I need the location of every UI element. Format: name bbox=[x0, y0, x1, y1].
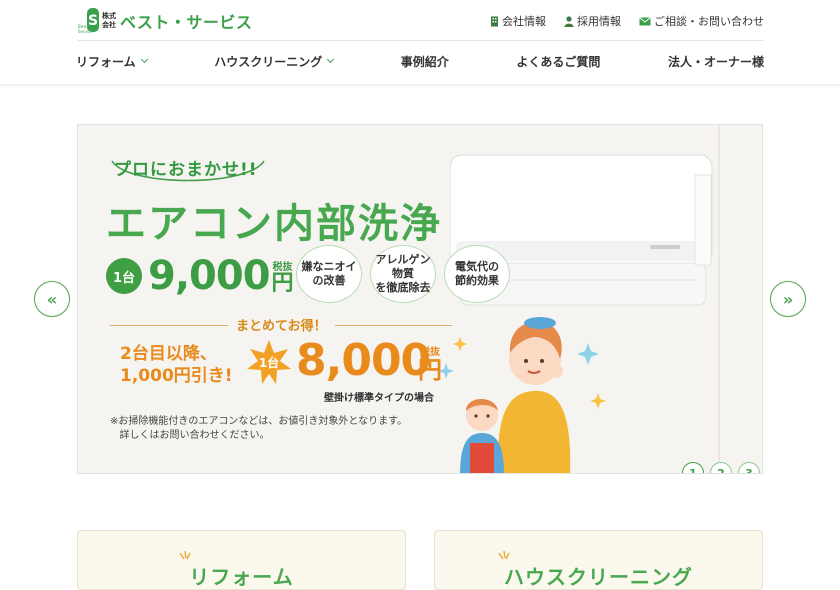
slider-prev-button[interactable]: « bbox=[34, 281, 70, 317]
mother-child-illustration bbox=[438, 317, 606, 473]
yen-label: 円 bbox=[271, 270, 294, 296]
deal-price-value: 8,000 bbox=[296, 335, 431, 386]
nav-item-house-cleaning-label: ハウスクリーニング bbox=[214, 54, 323, 69]
nav-item-corporate[interactable]: 法人・オーナー様 bbox=[668, 52, 764, 70]
building-icon bbox=[490, 16, 499, 27]
utility-nav: 会社情報 採用情報 ご相談・お問い合わせ bbox=[490, 13, 764, 29]
nav-item-faq[interactable]: よくあるご質問 bbox=[516, 52, 600, 70]
util-link-contact-label: ご相談・お問い合わせ bbox=[654, 15, 764, 28]
person-icon bbox=[564, 15, 574, 27]
logo-kaisha-line1: 株式 bbox=[102, 12, 116, 20]
slider-dot-2[interactable]: 2 bbox=[710, 462, 732, 473]
benefit-badge: アレルゲン物質 を徹底除去 bbox=[370, 245, 436, 303]
wall-edge bbox=[718, 125, 720, 473]
benefit-badge: 電気代の 節約効果 bbox=[444, 245, 510, 303]
svg-text:Service: Service bbox=[78, 29, 93, 34]
util-link-contact[interactable]: ご相談・お問い合わせ bbox=[639, 13, 764, 29]
util-link-recruit-label: 採用情報 bbox=[577, 15, 621, 28]
nav-item-faq-label: よくあるご質問 bbox=[516, 54, 601, 69]
deal-discount-line2: 1,000円引き! bbox=[120, 366, 233, 386]
site-header: S Best Service 株式 会社 ベスト・サービス 会社情報 採用情報 bbox=[0, 0, 840, 84]
chevron-down-icon bbox=[140, 55, 148, 64]
service-card-reform[interactable]: リフォーム bbox=[77, 530, 406, 590]
util-link-recruit[interactable]: 採用情報 bbox=[564, 13, 621, 29]
logo-mark-icon: S Best Service bbox=[78, 8, 100, 34]
deal-discount: 2台目以降、 1,000円引き! bbox=[120, 343, 233, 387]
benefit-badge-line2: の改善 bbox=[312, 274, 346, 287]
deal-condition: 壁掛け標準タイプの場合 bbox=[324, 393, 434, 404]
deal-price-yen: 税抜 円 bbox=[418, 343, 442, 382]
nav-item-cases[interactable]: 事例紹介 bbox=[401, 52, 449, 70]
chevron-double-left-icon: « bbox=[46, 289, 58, 309]
benefit-badge: 嫌なニオイ の改善 bbox=[296, 245, 362, 303]
service-card-title: ハウスクリーニング bbox=[504, 565, 693, 589]
nav-item-reform-label: リフォーム bbox=[76, 54, 136, 69]
slider-dot-1[interactable]: 1 bbox=[682, 462, 704, 473]
header-divider bbox=[78, 40, 764, 41]
chevron-double-right-icon: » bbox=[782, 289, 794, 309]
hero-catchphrase: プロにおまかせ!! bbox=[114, 160, 258, 180]
util-link-company-label: 会社情報 bbox=[502, 15, 546, 28]
benefit-badge-line2: を徹底除去 bbox=[375, 281, 431, 294]
main-nav: リフォーム ハウスクリーニング 事例紹介 よくあるご質問 法人・オーナー様 bbox=[76, 52, 764, 70]
nav-item-corporate-label: 法人・オーナー様 bbox=[667, 54, 764, 69]
deal-discount-line1: 2台目以降、 bbox=[120, 344, 217, 364]
service-card-house-cleaning[interactable]: ハウスクリーニング bbox=[434, 530, 763, 590]
hero-note-line2: 詳しくはお問い合わせください。 bbox=[119, 430, 270, 441]
hero-price: 1台 9,000 税抜 円 bbox=[106, 253, 294, 299]
hero-headline: エアコン内部洗浄 bbox=[106, 201, 442, 247]
price-value: 9,000 bbox=[148, 253, 271, 299]
deal-unit: 1台 bbox=[258, 355, 280, 370]
chevron-down-icon bbox=[327, 55, 335, 64]
slider-dot-3[interactable]: 3 bbox=[738, 462, 760, 473]
hero-note: ※お掃除機能付きのエアコンなどは、お値引き対象外となります。 詳しくはお問い合わ… bbox=[110, 415, 407, 443]
nav-item-reform[interactable]: リフォーム bbox=[76, 52, 148, 70]
mail-icon bbox=[639, 16, 651, 26]
nav-item-cases-label: 事例紹介 bbox=[400, 54, 449, 69]
benefit-badge-line1: アレルゲン物質 bbox=[375, 253, 431, 280]
svg-text:S: S bbox=[88, 13, 98, 29]
nav-item-house-cleaning[interactable]: ハウスクリーニング bbox=[214, 52, 335, 70]
unit-badge: 1台 bbox=[106, 258, 142, 294]
deal-title: まとめてお得！ bbox=[228, 315, 335, 334]
logo-kaisha-line2: 会社 bbox=[102, 21, 116, 29]
benefit-badge-line1: 電気代の bbox=[455, 260, 499, 273]
hero-note-line1: ※お掃除機能付きのエアコンなどは、お値引き対象外となります。 bbox=[110, 416, 408, 427]
benefit-badge-line2: 節約効果 bbox=[455, 274, 499, 287]
logo-company-name: ベスト・サービス bbox=[120, 13, 253, 32]
deal-yen-label: 円 bbox=[418, 356, 442, 384]
price-yen: 税抜 円 bbox=[272, 258, 294, 295]
company-logo[interactable]: S Best Service 株式 会社 ベスト・サービス bbox=[78, 8, 252, 34]
benefit-badge-line1: 嫌なニオイ bbox=[301, 260, 357, 273]
hero-slide[interactable]: プロにおまかせ!! エアコン内部洗浄 1台 9,000 税抜 円 嫌なニオイ の改… bbox=[77, 124, 763, 474]
slider-pagination: 1 2 3 bbox=[682, 462, 760, 473]
logo-kaisha: 株式 会社 bbox=[102, 12, 116, 30]
slider-next-button[interactable]: » bbox=[770, 281, 806, 317]
util-link-company[interactable]: 会社情報 bbox=[490, 13, 546, 29]
service-card-title: リフォーム bbox=[189, 565, 294, 589]
benefit-badges: 嫌なニオイ の改善 アレルゲン物質 を徹底除去 電気代の 節約効果 bbox=[296, 245, 510, 303]
